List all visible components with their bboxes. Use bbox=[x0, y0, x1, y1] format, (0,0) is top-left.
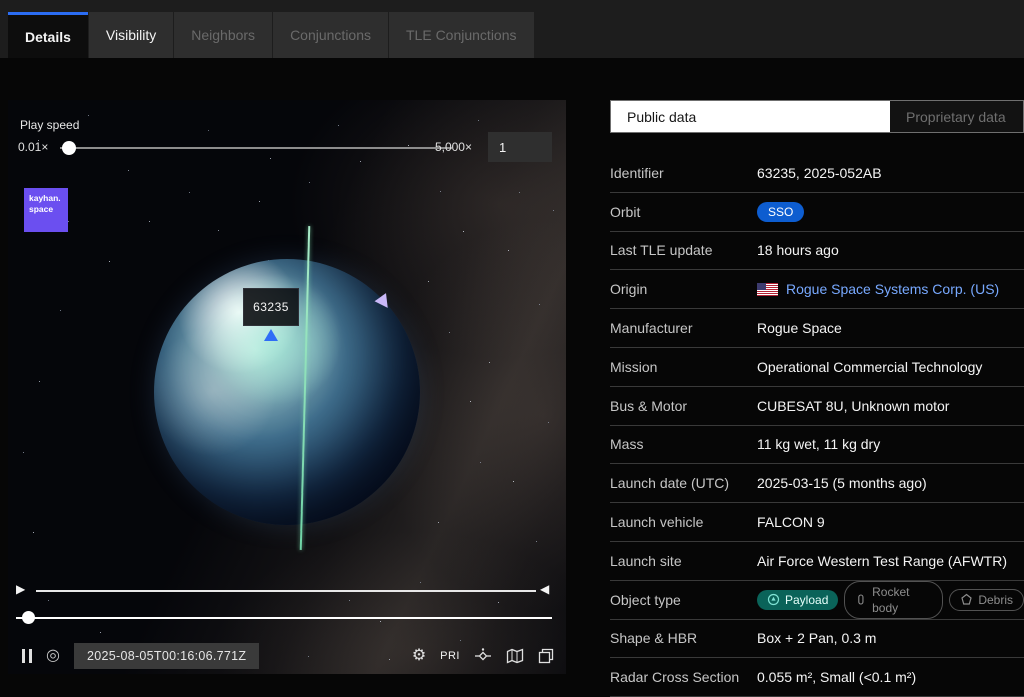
time-scrubber-track[interactable] bbox=[16, 617, 552, 619]
row-origin: Origin Rogue Space Systems Corp. (US) bbox=[610, 270, 1024, 309]
satellite-label[interactable]: 63235 bbox=[243, 288, 299, 326]
tab-details[interactable]: Details bbox=[8, 12, 88, 58]
row-label: Launch vehicle bbox=[610, 514, 757, 530]
row-label: Origin bbox=[610, 281, 757, 297]
row-value: 0.055 m², Small (<0.1 m²) bbox=[757, 669, 916, 685]
tag-label: Rocket body bbox=[872, 584, 932, 616]
pri-button[interactable]: PRI bbox=[440, 650, 460, 662]
timeline-step-back-icon[interactable]: ◀ bbox=[540, 582, 549, 596]
orbit-badge: SSO bbox=[757, 202, 804, 222]
row-object-type: Object type Payload Rocket body bbox=[610, 581, 1024, 620]
speed-max-label: 5,000× bbox=[412, 140, 472, 154]
row-radar-cross-section: Radar Cross Section 0.055 m², Small (<0.… bbox=[610, 658, 1024, 697]
row-bus-motor: Bus & Motor CUBESAT 8U, Unknown motor bbox=[610, 387, 1024, 426]
recenter-icon[interactable]: ◎ bbox=[46, 648, 60, 664]
time-scrubber-knob[interactable] bbox=[22, 611, 35, 624]
row-label: Object type bbox=[610, 592, 757, 608]
tab-tle-conjunctions: TLE Conjunctions bbox=[389, 12, 534, 58]
current-timestamp[interactable]: 2025-08-05T00:16:06.771Z bbox=[74, 643, 259, 669]
public-data-switch[interactable]: Public data bbox=[611, 101, 890, 132]
payload-icon bbox=[767, 593, 780, 606]
row-identifier: Identifier 63235, 2025-052AB bbox=[610, 154, 1024, 193]
row-label: Manufacturer bbox=[610, 320, 757, 336]
satellite-marker-icon[interactable] bbox=[264, 329, 278, 341]
row-value: 2025-03-15 (5 months ago) bbox=[757, 475, 927, 491]
starfield bbox=[8, 100, 9, 101]
origin-link[interactable]: Rogue Space Systems Corp. (US) bbox=[786, 281, 999, 297]
speed-min-label: 0.01× bbox=[18, 140, 48, 154]
gear-icon[interactable]: ⚙ bbox=[412, 648, 426, 664]
row-shape-hbr: Shape & HBR Box + 2 Pan, 0.3 m bbox=[610, 620, 1024, 659]
proprietary-data-switch[interactable]: Proprietary data bbox=[890, 101, 1023, 132]
tab-neighbors: Neighbors bbox=[174, 12, 272, 58]
play-speed-label: Play speed bbox=[20, 118, 79, 132]
row-mission: Mission Operational Commercial Technolog… bbox=[610, 348, 1024, 387]
row-orbit: Orbit SSO bbox=[610, 193, 1024, 232]
top-header: Details Visibility Neighbors Conjunction… bbox=[0, 0, 1024, 58]
row-label: Orbit bbox=[610, 204, 757, 220]
row-launch-date: Launch date (UTC) 2025-03-15 (5 months a… bbox=[610, 464, 1024, 503]
globe-viewer[interactable]: 63235 Play speed 0.01× 5,000× 1 kayhan. … bbox=[8, 100, 566, 674]
row-value: Box + 2 Pan, 0.3 m bbox=[757, 630, 876, 646]
row-manufacturer: Manufacturer Rogue Space bbox=[610, 309, 1024, 348]
row-value: 11 kg wet, 11 kg dry bbox=[757, 436, 880, 452]
row-last-tle-update: Last TLE update 18 hours ago bbox=[610, 232, 1024, 271]
row-value: Air Force Western Test Range (AFWTR) bbox=[757, 553, 1007, 569]
row-label: Mission bbox=[610, 359, 757, 375]
us-flag-icon bbox=[757, 283, 778, 296]
pause-icon[interactable] bbox=[22, 649, 32, 663]
timeline-track[interactable] bbox=[36, 590, 536, 592]
object-type-payload-tag[interactable]: Payload bbox=[757, 590, 838, 610]
row-value: Rogue Space bbox=[757, 320, 842, 336]
row-mass: Mass 11 kg wet, 11 kg dry bbox=[610, 426, 1024, 465]
row-label: Last TLE update bbox=[610, 242, 757, 258]
row-label: Launch date (UTC) bbox=[610, 475, 757, 491]
row-label: Shape & HBR bbox=[610, 630, 757, 646]
tab-bar: Details Visibility Neighbors Conjunction… bbox=[8, 12, 534, 58]
row-value: FALCON 9 bbox=[757, 514, 825, 530]
data-source-switcher: Public data Proprietary data bbox=[610, 100, 1024, 133]
layers-icon[interactable] bbox=[538, 648, 554, 664]
speed-value-input[interactable]: 1 bbox=[488, 132, 552, 162]
viewer-toolbar: ◎ 2025-08-05T00:16:06.771Z ⚙ PRI bbox=[22, 640, 554, 672]
logo-text-line2: space bbox=[29, 204, 68, 215]
tab-visibility[interactable]: Visibility bbox=[89, 12, 173, 58]
timeline-step-forward-icon[interactable]: ▶ bbox=[16, 582, 25, 596]
tag-label: Debris bbox=[978, 592, 1013, 608]
row-value: 18 hours ago bbox=[757, 242, 839, 258]
row-value: 63235, 2025-052AB bbox=[757, 165, 882, 181]
tab-conjunctions: Conjunctions bbox=[273, 12, 388, 58]
logo-text-line1: kayhan. bbox=[29, 193, 68, 204]
row-label: Bus & Motor bbox=[610, 398, 757, 414]
details-panel: Public data Proprietary data Identifier … bbox=[610, 100, 1024, 697]
debris-icon bbox=[960, 593, 973, 606]
row-label: Launch site bbox=[610, 553, 757, 569]
tag-label: Payload bbox=[785, 592, 828, 608]
kayhan-space-logo: kayhan. space bbox=[24, 188, 68, 232]
row-label: Identifier bbox=[610, 165, 757, 181]
satellite-icon[interactable] bbox=[474, 647, 492, 665]
row-value: Operational Commercial Technology bbox=[757, 359, 982, 375]
object-type-debris-tag[interactable]: Debris bbox=[949, 589, 1024, 611]
rocket-body-icon bbox=[855, 593, 867, 606]
row-label: Radar Cross Section bbox=[610, 669, 757, 685]
speed-slider-knob[interactable] bbox=[62, 141, 76, 155]
speed-slider-track[interactable] bbox=[60, 147, 452, 149]
row-label: Mass bbox=[610, 436, 757, 452]
map-icon[interactable] bbox=[506, 647, 524, 665]
object-type-rocket-body-tag[interactable]: Rocket body bbox=[844, 581, 943, 619]
row-value: CUBESAT 8U, Unknown motor bbox=[757, 398, 949, 414]
details-table: Identifier 63235, 2025-052AB Orbit SSO L… bbox=[610, 154, 1024, 697]
row-launch-vehicle: Launch vehicle FALCON 9 bbox=[610, 503, 1024, 542]
row-launch-site: Launch site Air Force Western Test Range… bbox=[610, 542, 1024, 581]
